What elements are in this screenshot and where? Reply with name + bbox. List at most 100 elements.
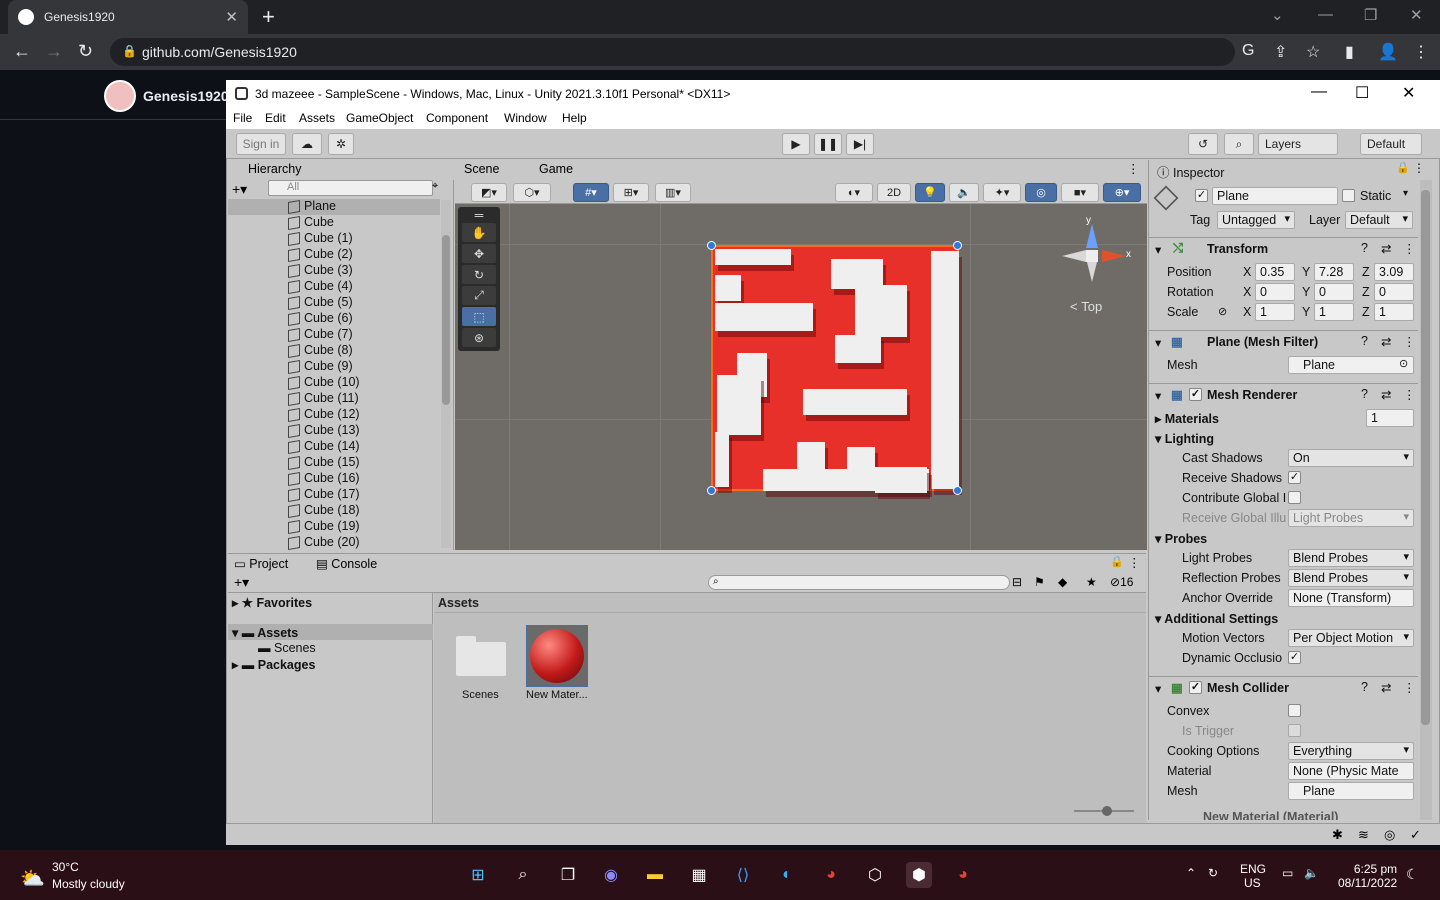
menu-file[interactable]: File xyxy=(233,111,252,125)
asset-label-material[interactable]: New Mater... xyxy=(526,689,588,701)
grid-toggle[interactable]: #▾ xyxy=(573,183,609,202)
hierarchy-item[interactable]: Cube (13) xyxy=(228,423,440,439)
hierarchy-item[interactable]: Cube xyxy=(228,215,440,231)
layer-dropdown[interactable]: Default xyxy=(1345,211,1413,229)
cloud-icon[interactable]: ☁ xyxy=(292,133,322,155)
draw-mode-dropdown[interactable]: ◩▾ xyxy=(471,183,507,202)
hierarchy-item[interactable]: Cube (16) xyxy=(228,471,440,487)
probes-foldout[interactable]: ▾ Probes xyxy=(1155,531,1207,546)
menu-gameobject[interactable]: GameObject xyxy=(346,111,413,125)
tab-search-icon[interactable]: ⌄ xyxy=(1271,6,1284,24)
constrain-link-icon[interactable]: ⊘ xyxy=(1218,305,1227,318)
dynamic-occlusion-checkbox[interactable]: ✓ xyxy=(1288,651,1301,664)
hierarchy-scroll-thumb[interactable] xyxy=(442,235,450,405)
receive-shadows-checkbox[interactable]: ✓ xyxy=(1288,471,1301,484)
hierarchy-item[interactable]: Cube (5) xyxy=(228,295,440,311)
collider-mesh-field[interactable]: Plane xyxy=(1288,782,1414,800)
play-button[interactable]: ▶ xyxy=(782,133,810,155)
hierarchy-item[interactable]: Cube (17) xyxy=(228,487,440,503)
close-tab-icon[interactable]: ✕ xyxy=(225,8,238,26)
2d-toggle[interactable]: 2D xyxy=(877,183,911,202)
anchor-override-field[interactable]: None (Transform) xyxy=(1288,589,1414,607)
increment-dropdown[interactable]: ▥▾ xyxy=(655,183,691,202)
scene-visibility-icon[interactable]: ⌖ xyxy=(432,180,438,193)
back-icon[interactable]: ← xyxy=(13,41,31,62)
mesh-filter-header[interactable]: ▾ ▦ Plane (Mesh Filter) ? ⇄ ⋮ xyxy=(1149,330,1418,352)
effects-dropdown[interactable]: ✦▾ xyxy=(983,183,1021,202)
help-icon[interactable]: ? xyxy=(1361,241,1368,255)
hierarchy-item[interactable]: Cube (7) xyxy=(228,327,440,343)
render-mode-dropdown[interactable]: ◐▾ xyxy=(835,183,873,202)
rotation-y-field[interactable]: 0 xyxy=(1314,283,1354,301)
move-tool-icon[interactable]: ✥ xyxy=(462,244,496,263)
assets-breadcrumb[interactable]: Assets xyxy=(434,593,1146,613)
static-dropdown-icon[interactable]: ▾ xyxy=(1403,188,1408,199)
chrome-menu-icon[interactable]: ⋮ xyxy=(1413,42,1429,62)
material-component-header[interactable]: New Material (Material) xyxy=(1167,810,1338,820)
hierarchy-item[interactable]: Cube (12) xyxy=(228,407,440,423)
materials-foldout[interactable]: ▸ Materials xyxy=(1155,411,1219,426)
share-icon[interactable]: ⇪ xyxy=(1274,42,1287,62)
help-icon[interactable]: ? xyxy=(1361,334,1368,348)
layout-dropdown[interactable]: Default xyxy=(1360,133,1422,155)
layers-stack-icon[interactable]: ≋ xyxy=(1358,827,1369,843)
inspector-menu-icon[interactable]: ⋮ xyxy=(1413,161,1425,175)
inspector-scroll-thumb[interactable] xyxy=(1421,190,1430,725)
unity-editor-icon[interactable]: ⬢ xyxy=(906,862,932,888)
task-view-icon[interactable]: ❐ xyxy=(555,862,581,888)
icon-size-slider-thumb[interactable] xyxy=(1102,806,1112,816)
mesh-renderer-enabled-checkbox[interactable]: ✓ xyxy=(1189,388,1202,401)
menu-edit[interactable]: Edit xyxy=(265,111,286,125)
scale-x-field[interactable]: 1 xyxy=(1255,303,1295,321)
object-picker-icon[interactable]: ⊙ xyxy=(1399,357,1408,370)
transform-header[interactable]: ▾ ⤭ Transform ? ⇄ ⋮ xyxy=(1149,237,1418,259)
scenes-folder-item[interactable]: ▬ Scenes xyxy=(258,641,316,655)
volume-icon[interactable]: 🔈 xyxy=(1304,866,1319,880)
help-icon[interactable]: ? xyxy=(1361,387,1368,401)
google-icon[interactable]: G xyxy=(1242,42,1254,60)
restore-button[interactable]: ❐ xyxy=(1364,6,1377,24)
rect-handle[interactable] xyxy=(707,241,716,250)
project-search-input[interactable]: ⌕ xyxy=(708,575,1010,590)
tag-dropdown[interactable]: Untagged xyxy=(1217,211,1295,229)
avatar[interactable] xyxy=(104,80,136,112)
rect-handle[interactable] xyxy=(953,241,962,250)
url-input[interactable]: 🔒 github.com/Genesis1920 xyxy=(110,38,1235,66)
reload-icon[interactable]: ↻ xyxy=(78,41,93,62)
forward-icon[interactable]: → xyxy=(45,41,63,62)
hierarchy-item[interactable]: Cube (20) xyxy=(228,535,440,551)
motion-vectors-dropdown[interactable]: Per Object Motion xyxy=(1288,629,1414,647)
help-icon[interactable]: ? xyxy=(1361,680,1368,694)
vscode-icon[interactable]: ⟨⟩ xyxy=(730,862,756,888)
preset-icon[interactable]: ⇄ xyxy=(1381,241,1391,256)
profile-icon[interactable]: 👤 xyxy=(1378,42,1398,62)
light-probes-dropdown[interactable]: Blend Probes xyxy=(1288,549,1414,567)
browser-tab[interactable]: Genesis1920 ✕ xyxy=(8,0,248,34)
shading-dropdown[interactable]: ⬡▾ xyxy=(513,183,551,202)
unity-minimize-button[interactable]: — xyxy=(1311,83,1327,101)
mesh-collider-header[interactable]: ▾ ▦ ✓ Mesh Collider ? ⇄ ⋮ xyxy=(1149,676,1418,698)
lock-icon[interactable]: 🔒 xyxy=(1110,555,1124,568)
mesh-field[interactable]: Plane xyxy=(1288,356,1414,374)
reflection-probes-dropdown[interactable]: Blend Probes xyxy=(1288,569,1414,587)
bookmark-star-icon[interactable]: ☆ xyxy=(1306,42,1320,62)
minimize-button[interactable]: — xyxy=(1318,6,1333,23)
hierarchy-item[interactable]: Plane xyxy=(228,199,440,215)
start-icon[interactable]: ⊞ xyxy=(465,862,491,888)
hierarchy-item[interactable]: Cube (11) xyxy=(228,391,440,407)
chrome-icon[interactable]: ◕ xyxy=(818,862,844,888)
tab-game[interactable]: Game xyxy=(539,162,573,176)
hierarchy-item[interactable]: Cube (10) xyxy=(228,375,440,391)
hierarchy-item[interactable]: Cube (18) xyxy=(228,503,440,519)
snap-dropdown[interactable]: ⊞▾ xyxy=(613,183,649,202)
active-checkbox[interactable]: ✓ xyxy=(1195,189,1208,202)
collapse-arrow-icon[interactable]: ▾ xyxy=(1155,681,1161,696)
store-icon[interactable]: ▦ xyxy=(686,862,712,888)
hierarchy-item[interactable]: Cube (3) xyxy=(228,263,440,279)
hierarchy-item[interactable]: Cube (8) xyxy=(228,343,440,359)
cast-shadows-dropdown[interactable]: On xyxy=(1288,449,1414,467)
scene-menu-icon[interactable]: ⋮ xyxy=(1127,161,1140,176)
position-z-field[interactable]: 3.09 xyxy=(1374,263,1414,281)
preset-icon[interactable]: ⇄ xyxy=(1381,387,1391,402)
search-icon[interactable]: ⌕ xyxy=(1224,133,1254,155)
